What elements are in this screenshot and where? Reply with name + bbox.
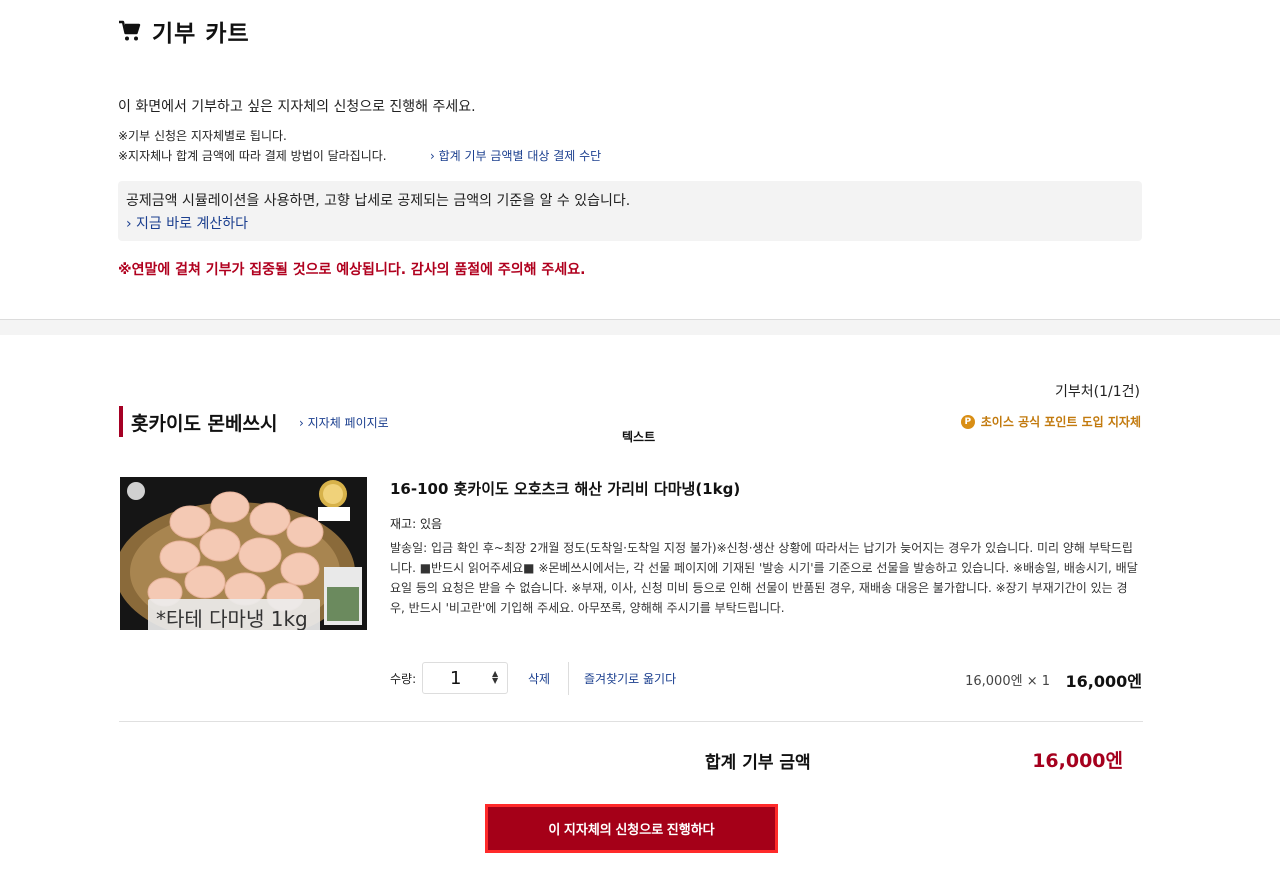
proceed-button[interactable]: 이 지자체의 신청으로 진행하다: [485, 804, 778, 853]
calculate-now-link[interactable]: › 지금 바로 계산하다: [126, 213, 248, 233]
simulation-text: 공제금액 시뮬레이션을 사용하면, 고향 납세로 공제되는 금액의 기준을 알 …: [126, 193, 631, 209]
point-icon: P: [960, 414, 975, 429]
municipality-accent-bar: [119, 406, 123, 437]
text-label: 텍스트: [622, 430, 656, 444]
product-description: 발송일: 입금 확인 후~최장 2개월 정도(도착일·도착일 지정 불가)※신청…: [390, 541, 1138, 615]
point-label: 초이스 공식 포인트 도입 지자체: [980, 415, 1141, 429]
unit-price: 16,000엔 × 1: [965, 674, 1050, 689]
total-divider: [119, 721, 1143, 722]
section-divider: [0, 319, 1280, 335]
product-name-link[interactable]: 16-100 홋카이도 오호츠크 해산 가리비 다마냉(1kg): [390, 478, 740, 499]
note-apply-per-municipality: ※기부 신청은 지자체별로 됩니다.: [118, 129, 287, 143]
line-total: 16,000엔: [1065, 672, 1142, 691]
choice-point-badge: P 초이스 공식 포인트 도입 지자체: [960, 413, 1141, 430]
stock-status: 재고: 있음: [390, 517, 443, 531]
municipality-page-link[interactable]: › 지자체 페이지로: [299, 414, 389, 431]
quantity-label: 수량:: [390, 672, 417, 686]
action-separator: [568, 662, 569, 695]
intro-text: 이 화면에서 기부하고 싶은 지자체의 신청으로 진행해 주세요.: [118, 99, 476, 115]
quantity-value: 1: [450, 668, 462, 689]
page-title-text: 기부 카트: [152, 21, 250, 47]
page-title: 기부 카트: [118, 14, 250, 48]
cart-icon: [119, 20, 141, 41]
payment-methods-link[interactable]: › 합계 기부 금액별 대상 결제 수단: [430, 147, 601, 164]
delete-button[interactable]: 삭제: [528, 670, 550, 687]
total-label: 합계 기부 금액: [705, 753, 811, 773]
note-payment-methods: ※지자체나 합계 금액에 따라 결제 방법이 달라집니다.: [118, 149, 387, 163]
move-to-favorites-button[interactable]: 즐겨찾기로 옮기다: [584, 670, 676, 687]
image-caption: *타테 다마냉 1kg: [156, 607, 308, 630]
product-image[interactable]: *타테 다마냉 1kg: [120, 477, 367, 630]
quantity-arrows-icon: ▲ ▼: [492, 669, 499, 685]
year-end-warning: ※연말에 걸쳐 기부가 집중될 것으로 예상됩니다. 감사의 품절에 주의해 주…: [118, 262, 586, 278]
donation-count: 기부처(1/1건): [1055, 384, 1140, 400]
total-value: 16,000엔: [1032, 750, 1123, 772]
municipality-name: 홋카이도 몬베쓰시: [131, 413, 278, 435]
